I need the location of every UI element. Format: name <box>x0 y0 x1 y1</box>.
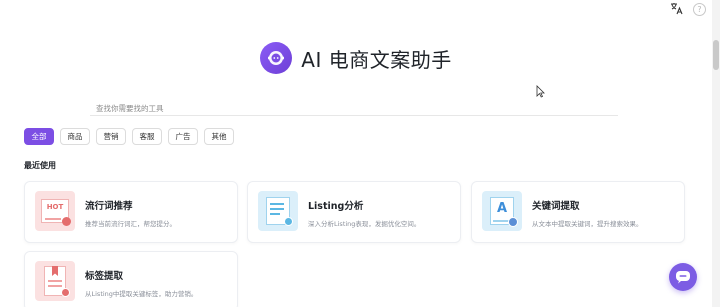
chat-bubble-icon <box>676 271 690 284</box>
tab-products[interactable]: 商品 <box>60 128 90 145</box>
tool-card-text: Listing分析 深入分析Listing表现，发掘优化空间。 <box>308 191 420 228</box>
tab-ads[interactable]: 广告 <box>168 128 198 145</box>
tool-name: 标签提取 <box>85 271 124 282</box>
chatbot-logo-icon <box>260 42 293 74</box>
help-icon[interactable]: ? <box>693 2 706 16</box>
tab-marketing[interactable]: 营销 <box>96 128 126 145</box>
listing-analysis-icon <box>258 191 298 231</box>
scrollbar[interactable] <box>712 0 720 307</box>
translate-icon[interactable] <box>669 2 683 16</box>
scrollbar-thumb[interactable] <box>713 40 719 70</box>
tool-card-listing-analysis[interactable]: Listing分析 深入分析Listing表现，发掘优化空间。 <box>247 181 461 243</box>
tool-card-text: 流行词推荐 推荐当前流行词汇，帮您提分。 <box>85 191 176 228</box>
tool-card-tag-extract[interactable]: 标签提取 从Listing中提取关键标签，助力营销。 <box>24 251 238 307</box>
tab-other[interactable]: 其他 <box>204 128 234 145</box>
tool-card-hot-words[interactable]: HOT 流行词推荐 推荐当前流行词汇，帮您提分。 <box>24 181 238 243</box>
tool-desc: 深入分析Listing表现，发掘优化空间。 <box>308 220 421 228</box>
tag-extract-icon <box>35 261 75 301</box>
recent-section-title: 最近使用 <box>24 161 56 170</box>
tool-desc: 从文本中提取关键词，提升搜索效果。 <box>532 220 643 228</box>
hero-header: AI 电商文案助手 <box>0 42 712 74</box>
chat-fab-button[interactable] <box>669 263 697 291</box>
tool-desc: 从Listing中提取关键标签，助力营销。 <box>85 290 198 298</box>
tool-card-text: 关键词提取 从文本中提取关键词，提升搜索效果。 <box>532 191 643 228</box>
tab-all[interactable]: 全部 <box>24 128 54 145</box>
tool-desc: 推荐当前流行词汇，帮您提分。 <box>85 220 176 228</box>
category-tabs: 全部 商品 营销 客服 广告 其他 <box>24 128 234 145</box>
topbar-icons: ? <box>669 2 706 16</box>
tab-customer-service[interactable]: 客服 <box>132 128 162 145</box>
tool-card-text: 标签提取 从Listing中提取关键标签，助力营销。 <box>85 261 197 298</box>
tool-name: 流行词推荐 <box>85 201 133 212</box>
tool-name: 关键词提取 <box>532 201 580 212</box>
app-title: AI 电商文案助手 <box>301 47 452 72</box>
tool-name: Listing分析 <box>308 201 364 212</box>
search-input[interactable] <box>90 99 618 118</box>
search-bar <box>90 96 618 118</box>
mouse-cursor-icon <box>536 85 545 98</box>
keyword-extract-icon: A <box>482 191 522 231</box>
tool-card-keyword-extract[interactable]: A 关键词提取 从文本中提取关键词，提升搜索效果。 <box>471 181 685 243</box>
hot-words-icon: HOT <box>35 191 75 231</box>
